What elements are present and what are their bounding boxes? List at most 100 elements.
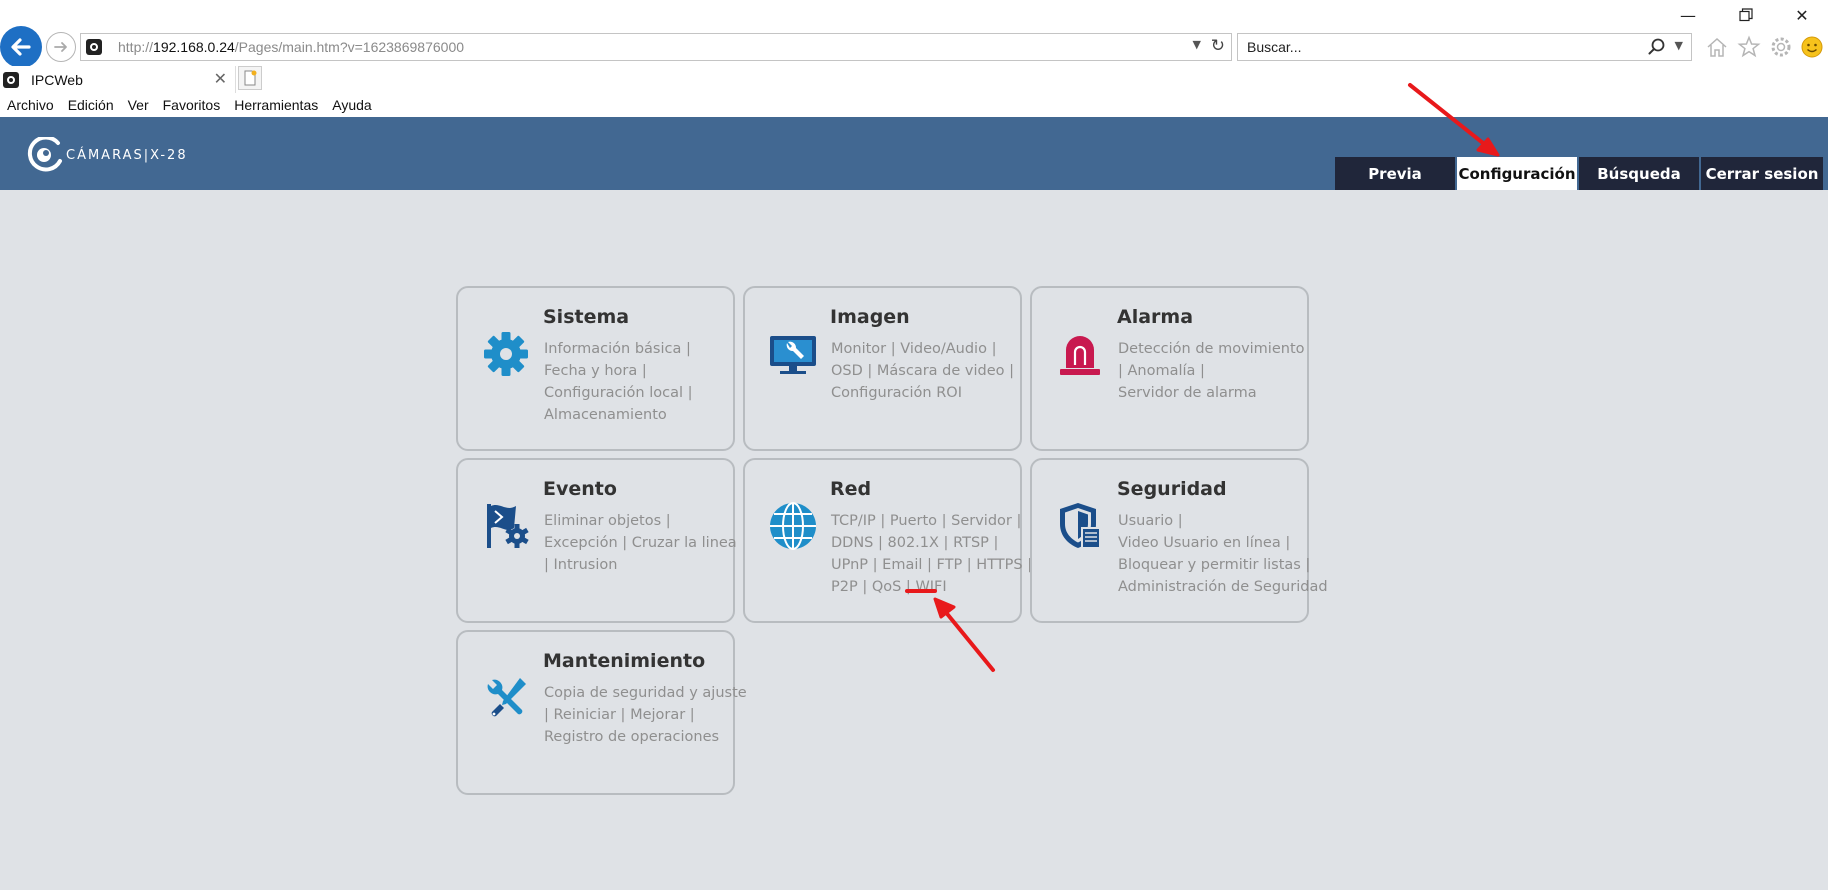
favorites-star-icon[interactable]: [1736, 34, 1762, 60]
link-separator: |: [937, 513, 952, 529]
forward-button[interactable]: [46, 32, 76, 62]
card-link-line: UPnP | Email | FTP | HTTPS |: [831, 554, 1032, 576]
card-seguridad[interactable]: Seguridad Usuario | Video Usuario en lín…: [1030, 458, 1328, 623]
menu-ayuda[interactable]: Ayuda: [325, 97, 378, 113]
menu-favoritos[interactable]: Favoritos: [156, 97, 228, 113]
config-link[interactable]: Video Usuario en línea: [1118, 535, 1281, 551]
page-header: CÁMARAS|X-28 Previa Configuración Búsque…: [0, 117, 1828, 190]
globe-icon: [770, 502, 816, 550]
tab-favicon-icon: [3, 71, 19, 88]
address-url: http://192.168.0.24/Pages/main.htm?v=162…: [118, 39, 465, 55]
card-link-line: Almacenamiento: [544, 404, 693, 426]
close-window-button[interactable]: ✕: [1782, 2, 1822, 28]
config-link[interactable]: Excepción: [544, 535, 618, 551]
card-link-line: Video Usuario en línea |: [1118, 532, 1328, 554]
config-link[interactable]: OSD: [831, 363, 863, 379]
config-link[interactable]: Reiniciar: [554, 707, 616, 723]
config-link[interactable]: Video/Audio: [900, 341, 987, 357]
menu-ver[interactable]: Ver: [121, 97, 156, 113]
card-link-line: Eliminar objetos |: [544, 510, 737, 532]
home-icon[interactable]: [1704, 34, 1730, 60]
config-link[interactable]: WIFI: [915, 579, 946, 595]
search-dropdown-icon[interactable]: ▼: [1675, 39, 1683, 52]
config-link[interactable]: TCP/IP: [831, 513, 876, 529]
link-separator: |: [683, 385, 693, 401]
card-link-line: DDNS | 802.1X | RTSP |: [831, 532, 1032, 554]
card-links: Información básica | Fecha y hora | Conf…: [544, 338, 693, 426]
card-link-line: Configuración local |: [544, 382, 693, 404]
new-tab-button[interactable]: [238, 66, 262, 90]
card-evento[interactable]: Evento Eliminar objetos | Excepción | Cr…: [456, 458, 737, 623]
address-bar[interactable]: http://192.168.0.24/Pages/main.htm?v=162…: [80, 33, 1232, 61]
back-button[interactable]: [0, 26, 42, 68]
card-red[interactable]: Red TCP/IP | Puerto | Servidor | DDNS | …: [743, 458, 1032, 623]
link-separator: |: [1011, 513, 1022, 529]
nav-configuracion[interactable]: Configuración: [1457, 157, 1577, 190]
camera-eye-logo-icon: [27, 137, 62, 172]
alarm-light-icon: [1060, 336, 1100, 375]
config-link[interactable]: Copia de seguridad y ajuste: [544, 685, 747, 701]
config-link[interactable]: Registro de operaciones: [544, 729, 719, 745]
config-link[interactable]: Bloquear y permitir listas: [1118, 557, 1301, 573]
menu-herramientas[interactable]: Herramientas: [227, 97, 325, 113]
card-mantenimiento[interactable]: Mantenimiento Copia de seguridad y ajust…: [456, 630, 747, 795]
tab-title: IPCWeb: [31, 71, 83, 88]
card-link-line: P2P | QoS | WIFI: [831, 576, 1032, 598]
config-link[interactable]: 802.1X: [888, 535, 939, 551]
config-link[interactable]: UPnP: [831, 557, 868, 573]
tab-ipcweb[interactable]: IPCWeb ✕: [0, 66, 236, 93]
config-link[interactable]: Configuración ROI: [831, 385, 962, 401]
config-link[interactable]: Eliminar objetos: [544, 513, 661, 529]
card-link-line: | Anomalía |: [1118, 360, 1305, 382]
link-separator: |: [1195, 363, 1205, 379]
config-link[interactable]: Anomalía: [1128, 363, 1196, 379]
settings-gear-icon[interactable]: [1768, 34, 1794, 60]
config-link[interactable]: Mejorar: [630, 707, 685, 723]
config-link[interactable]: Detección de movimiento: [1118, 341, 1305, 357]
config-link[interactable]: Intrusion: [554, 557, 618, 573]
menu-archivo[interactable]: Archivo: [0, 97, 61, 113]
card-link-line: Copia de seguridad y ajuste: [544, 682, 747, 704]
search-box[interactable]: ▼: [1237, 33, 1692, 61]
close-tab-icon[interactable]: ✕: [214, 69, 227, 88]
tools-icon: [487, 678, 526, 717]
config-link[interactable]: Servidor: [951, 513, 1012, 529]
config-link[interactable]: Administración de Seguridad: [1118, 579, 1328, 595]
config-link[interactable]: HTTPS: [976, 557, 1022, 573]
search-input[interactable]: [1238, 34, 1618, 60]
config-link[interactable]: Email: [882, 557, 922, 573]
address-dropdown-icon[interactable]: ▼: [1193, 38, 1201, 51]
config-link[interactable]: Usuario: [1118, 513, 1173, 529]
minimize-button[interactable]: —: [1668, 2, 1708, 28]
config-link[interactable]: DDNS: [831, 535, 873, 551]
config-link[interactable]: Cruzar la linea: [632, 535, 737, 551]
nav-previa[interactable]: Previa: [1335, 157, 1455, 190]
card-title: Alarma: [1117, 306, 1194, 328]
config-link[interactable]: FTP: [937, 557, 963, 573]
config-link[interactable]: P2P: [831, 579, 858, 595]
refresh-icon[interactable]: ↻: [1211, 36, 1225, 56]
search-icon[interactable]: [1647, 37, 1667, 57]
config-link[interactable]: Configuración local: [544, 385, 683, 401]
config-link[interactable]: Servidor de alarma: [1118, 385, 1257, 401]
card-link-line: Servidor de alarma: [1118, 382, 1305, 404]
config-link[interactable]: Monitor: [831, 341, 886, 357]
config-link[interactable]: Almacenamiento: [544, 407, 667, 423]
card-imagen[interactable]: Imagen Monitor | Video/Audio | OSD | Más…: [743, 286, 1022, 451]
feedback-smiley-icon[interactable]: [1799, 34, 1825, 60]
restore-button[interactable]: [1726, 2, 1766, 28]
config-link[interactable]: Máscara de video: [877, 363, 1005, 379]
nav-busqueda[interactable]: Búsqueda: [1579, 157, 1699, 190]
link-separator: |: [1280, 535, 1291, 551]
link-separator: |: [962, 557, 977, 573]
config-link[interactable]: RTSP: [953, 535, 989, 551]
config-link[interactable]: Información básica: [544, 341, 681, 357]
config-link[interactable]: Puerto: [890, 513, 937, 529]
menu-edicion[interactable]: Edición: [61, 97, 121, 113]
config-link[interactable]: Fecha y hora: [544, 363, 637, 379]
card-links: Usuario | Video Usuario en línea | Bloqu…: [1118, 510, 1328, 598]
card-alarma[interactable]: Alarma Detección de movimiento | Anomalí…: [1030, 286, 1309, 451]
nav-cerrar-sesion[interactable]: Cerrar sesion: [1701, 157, 1823, 190]
card-sistema[interactable]: Sistema Información básica | Fecha y hor…: [456, 286, 735, 451]
config-link[interactable]: QoS: [872, 579, 902, 595]
